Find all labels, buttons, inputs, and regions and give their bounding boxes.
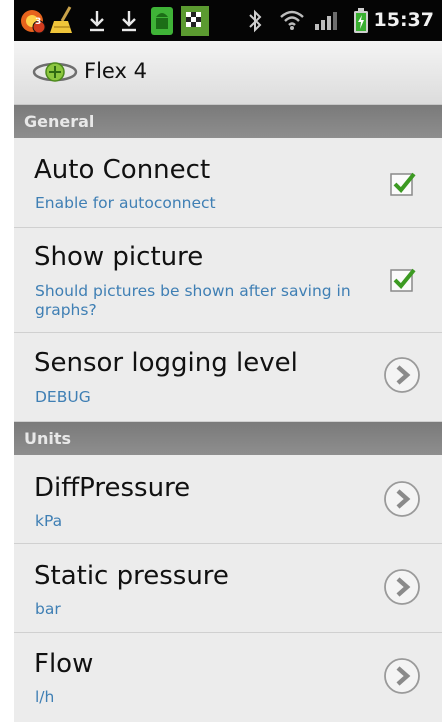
auto-connect-checkbox[interactable] xyxy=(390,171,416,196)
bluetooth-icon xyxy=(247,9,263,37)
wifi-icon xyxy=(279,9,305,35)
setting-summary: Should pictures be shown after saving in… xyxy=(35,282,351,319)
download-icon xyxy=(88,10,106,36)
setting-title: DiffPressure xyxy=(34,473,191,503)
notification-count: 3 xyxy=(35,17,42,27)
show-picture-checkbox[interactable] xyxy=(390,267,416,292)
chevron-right-icon[interactable] xyxy=(383,356,421,394)
android-icon xyxy=(149,5,175,41)
setting-summary: DEBUG xyxy=(35,388,91,406)
fire-badge-icon xyxy=(20,7,46,38)
setting-summary: kPa xyxy=(35,512,63,530)
flex-logo-icon xyxy=(32,61,78,87)
battery-icon xyxy=(353,7,369,38)
app-title-bar: Flex 4 xyxy=(14,41,442,105)
setting-auto-connect[interactable]: Auto Connect Enable for autoconnect xyxy=(14,138,442,228)
section-header-units: Units xyxy=(14,422,442,455)
setting-title: Flow xyxy=(34,649,94,679)
app-title: Flex 4 xyxy=(84,59,147,83)
chevron-right-icon[interactable] xyxy=(383,480,421,518)
status-time: 15:37 xyxy=(373,9,434,31)
broom-icon xyxy=(48,5,78,39)
setting-sensor-logging-level[interactable]: Sensor logging level DEBUG xyxy=(14,333,442,422)
setting-flow[interactable]: Flow l/h xyxy=(14,633,442,722)
chevron-right-icon[interactable] xyxy=(383,568,421,606)
checkered-flag-icon xyxy=(180,5,210,41)
setting-summary: bar xyxy=(35,600,61,618)
setting-diff-pressure[interactable]: DiffPressure kPa xyxy=(14,455,442,544)
setting-title: Static pressure xyxy=(34,561,229,591)
section-header-general: General xyxy=(14,105,442,138)
setting-static-pressure[interactable]: Static pressure bar xyxy=(14,544,442,633)
setting-summary: l/h xyxy=(35,688,55,706)
setting-title: Show picture xyxy=(34,242,204,272)
setting-summary: Enable for autoconnect xyxy=(35,194,216,212)
setting-show-picture[interactable]: Show picture Should pictures be shown af… xyxy=(14,228,442,333)
signal-icon xyxy=(314,9,342,35)
setting-title: Auto Connect xyxy=(34,155,211,185)
chevron-right-icon[interactable] xyxy=(383,657,421,695)
phone-screen: 3 15:37 Flex 4 General Auto Connect Enab… xyxy=(14,0,442,722)
download-icon xyxy=(120,10,138,36)
status-bar: 3 15:37 xyxy=(14,0,442,41)
setting-title: Sensor logging level xyxy=(34,348,298,378)
